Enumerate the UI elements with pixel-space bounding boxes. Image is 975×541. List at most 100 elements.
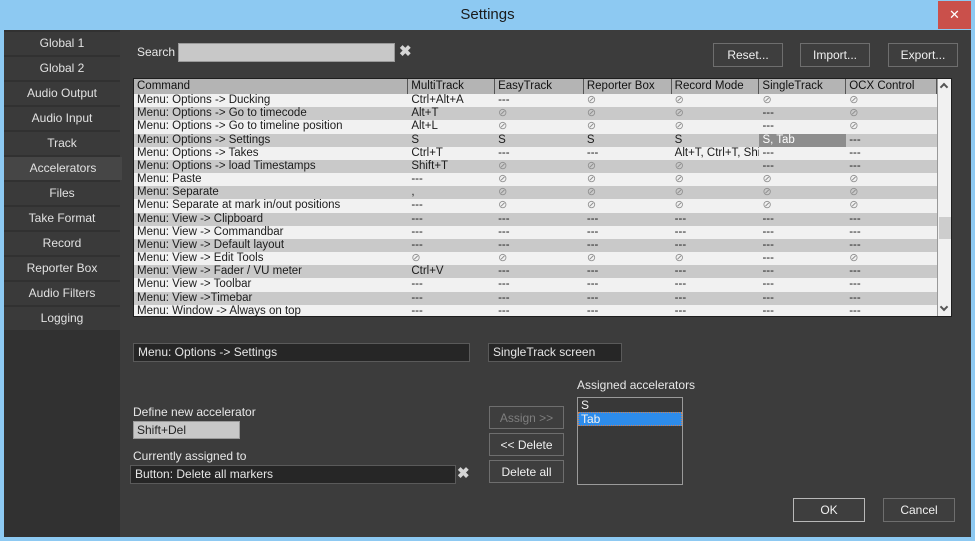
- table-cell[interactable]: Alt+L: [408, 120, 495, 133]
- table-cell[interactable]: Menu: Options -> Go to timecode: [134, 107, 408, 120]
- scrollbar-thumb[interactable]: [939, 217, 951, 239]
- sidebar-item-take-format[interactable]: Take Format: [4, 207, 120, 230]
- sidebar-item-audio-input[interactable]: Audio Input: [4, 107, 120, 130]
- table-row[interactable]: Menu: View ->Timebar------------------: [134, 292, 937, 305]
- table-cell[interactable]: Menu: View ->Timebar: [134, 292, 408, 305]
- table-cell[interactable]: ⊘: [759, 186, 846, 199]
- column-header-easytrack[interactable]: EasyTrack: [495, 79, 584, 94]
- table-cell[interactable]: ---: [759, 252, 846, 265]
- table-cell[interactable]: ---: [759, 213, 846, 226]
- table-cell[interactable]: ---: [408, 226, 495, 239]
- table-cell[interactable]: Menu: View -> Default layout: [134, 239, 408, 252]
- sidebar-item-accelerators[interactable]: Accelerators: [4, 157, 122, 180]
- table-cell[interactable]: ⊘: [672, 199, 760, 212]
- table-cell[interactable]: ---: [495, 94, 584, 107]
- table-cell[interactable]: ---: [584, 226, 672, 239]
- table-cell[interactable]: S: [672, 134, 760, 147]
- table-cell[interactable]: Menu: View -> Edit Tools: [134, 252, 408, 265]
- column-header-reporter-box[interactable]: Reporter Box: [584, 79, 672, 94]
- sidebar-item-global-1[interactable]: Global 1: [4, 32, 120, 55]
- table-cell[interactable]: ---: [759, 278, 846, 291]
- table-row[interactable]: Menu: View -> Clipboard-----------------…: [134, 213, 937, 226]
- table-row[interactable]: Menu: View -> Fader / VU meterCtrl+V----…: [134, 265, 937, 278]
- table-cell[interactable]: ---: [408, 292, 495, 305]
- sidebar-item-record[interactable]: Record: [4, 232, 120, 255]
- table-cell[interactable]: ---: [584, 305, 672, 316]
- table-cell[interactable]: ⊘: [846, 107, 937, 120]
- table-cell[interactable]: ---: [846, 278, 937, 291]
- table-cell[interactable]: Menu: View -> Fader / VU meter: [134, 265, 408, 278]
- column-header-command[interactable]: Command: [134, 79, 408, 94]
- table-cell[interactable]: ---: [408, 213, 495, 226]
- import-button[interactable]: Import...: [800, 43, 870, 67]
- table-cell[interactable]: ⊘: [672, 107, 760, 120]
- table-cell[interactable]: Ctrl+V: [408, 265, 495, 278]
- table-cell[interactable]: ---: [672, 239, 760, 252]
- table-cell[interactable]: ---: [846, 226, 937, 239]
- ok-button[interactable]: OK: [793, 498, 865, 522]
- table-cell[interactable]: Menu: Options -> Ducking: [134, 94, 408, 107]
- sidebar-item-logging[interactable]: Logging: [4, 307, 120, 330]
- table-cell[interactable]: ⊘: [584, 160, 672, 173]
- table-cell[interactable]: ---: [584, 147, 672, 160]
- table-cell[interactable]: ⊘: [846, 173, 937, 186]
- table-cell[interactable]: ---: [759, 265, 846, 278]
- table-cell[interactable]: Ctrl+Alt+A: [408, 94, 495, 107]
- column-header-multitrack[interactable]: MultiTrack: [408, 79, 495, 94]
- table-cell[interactable]: ⊘: [584, 107, 672, 120]
- table-cell[interactable]: S: [584, 134, 672, 147]
- table-row[interactable]: Menu: Options -> DuckingCtrl+Alt+A---⊘⊘⊘…: [134, 94, 937, 107]
- titlebar[interactable]: Settings: [0, 0, 975, 30]
- table-row[interactable]: Menu: View -> Default layout------------…: [134, 239, 937, 252]
- assign-button[interactable]: Assign >>: [489, 406, 564, 429]
- table-cell[interactable]: ⊘: [759, 199, 846, 212]
- search-input[interactable]: [178, 43, 395, 62]
- table-cell[interactable]: ⊘: [584, 199, 672, 212]
- cancel-button[interactable]: Cancel: [883, 498, 955, 522]
- table-cell[interactable]: Menu: View -> Commandbar: [134, 226, 408, 239]
- table-cell[interactable]: ---: [584, 239, 672, 252]
- table-cell[interactable]: ⊘: [408, 252, 495, 265]
- table-cell[interactable]: ⊘: [672, 186, 760, 199]
- table-cell[interactable]: ⊘: [495, 120, 584, 133]
- table-cell[interactable]: ---: [495, 213, 584, 226]
- table-cell[interactable]: ---: [759, 107, 846, 120]
- table-cell[interactable]: ---: [495, 278, 584, 291]
- table-cell[interactable]: ---: [584, 265, 672, 278]
- table-cell[interactable]: Menu: Options -> Takes: [134, 147, 408, 160]
- table-cell[interactable]: ---: [846, 239, 937, 252]
- table-row[interactable]: Menu: View -> Toolbar------------------: [134, 278, 937, 291]
- table-cell[interactable]: ---: [672, 305, 760, 316]
- table-cell[interactable]: ---: [495, 305, 584, 316]
- delete-button[interactable]: << Delete: [489, 433, 564, 456]
- table-cell[interactable]: Menu: Paste: [134, 173, 408, 186]
- table-row[interactable]: Menu: View -> Edit Tools⊘⊘⊘⊘---⊘: [134, 252, 937, 265]
- table-cell[interactable]: ---: [846, 213, 937, 226]
- table-cell[interactable]: ⊘: [495, 252, 584, 265]
- table-row[interactable]: Menu: Options -> load TimestampsShift+T⊘…: [134, 160, 937, 173]
- table-cell[interactable]: ⊘: [846, 186, 937, 199]
- table-cell[interactable]: ⊘: [846, 94, 937, 107]
- table-cell[interactable]: Menu: View -> Clipboard: [134, 213, 408, 226]
- selected-cell[interactable]: S, Tab: [759, 134, 846, 147]
- table-cell[interactable]: ---: [584, 292, 672, 305]
- search-clear-icon[interactable]: ✖: [399, 44, 412, 59]
- table-cell[interactable]: ⊘: [846, 252, 937, 265]
- table-cell[interactable]: ---: [759, 160, 846, 173]
- table-cell[interactable]: ---: [759, 226, 846, 239]
- table-row[interactable]: Menu: Options -> Go to timeline position…: [134, 120, 937, 133]
- table-cell[interactable]: ⊘: [495, 107, 584, 120]
- table-cell[interactable]: S: [495, 134, 584, 147]
- table-cell[interactable]: ---: [495, 265, 584, 278]
- sidebar-item-global-2[interactable]: Global 2: [4, 57, 120, 80]
- accelerator-list-item[interactable]: Tab: [578, 412, 682, 426]
- vertical-scrollbar[interactable]: [937, 79, 951, 316]
- table-cell[interactable]: Menu: Options -> Settings: [134, 134, 408, 147]
- column-header-ocx-control[interactable]: OCX Control: [846, 79, 937, 94]
- table-row[interactable]: Menu: Options -> TakesCtrl+T------Alt+T,…: [134, 147, 937, 160]
- table-cell[interactable]: ⊘: [495, 173, 584, 186]
- table-cell[interactable]: ---: [846, 265, 937, 278]
- table-cell[interactable]: ---: [408, 305, 495, 316]
- table-cell[interactable]: ⊘: [672, 94, 760, 107]
- close-button[interactable]: ✕: [938, 1, 971, 29]
